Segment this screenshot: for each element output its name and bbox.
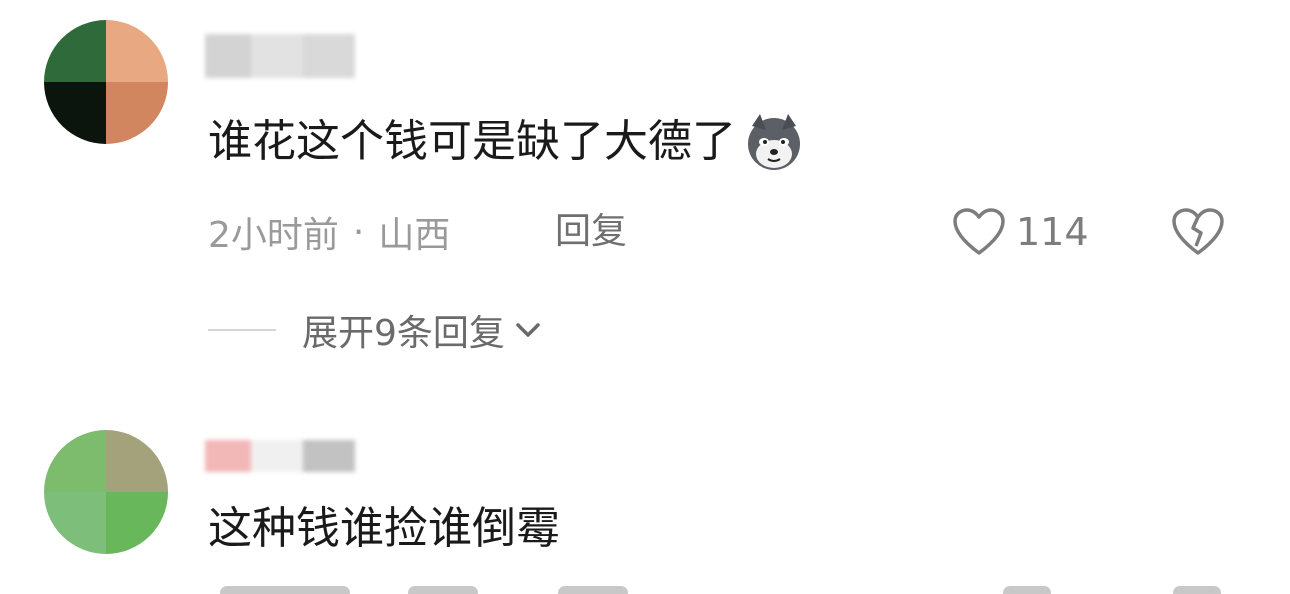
comment-body: 这种钱谁捡谁倒霉 (208, 503, 560, 554)
comment-list: 谁花这个钱可是缺了大德了 2小时前 · 山西 回复 114 展开9条回复 这种钱… (0, 0, 1290, 594)
husky-emoji-icon (748, 114, 800, 170)
comment-item: 这种钱谁捡谁倒霉 (0, 420, 1290, 594)
comment-text: 谁花这个钱可是缺了大德了 (208, 110, 806, 174)
meta-separator: · (352, 211, 365, 253)
expand-replies[interactable]: 展开9条回复 (208, 305, 541, 355)
comment-item: 谁花这个钱可是缺了大德了 2小时前 · 山西 回复 114 展开9条回复 (0, 0, 1290, 400)
avatar[interactable] (44, 430, 168, 554)
reply-button[interactable]: 回复 (555, 208, 627, 256)
expand-divider (208, 329, 276, 331)
comment-body: 谁花这个钱可是缺了大德了 (208, 116, 736, 167)
expand-replies-label: 展开9条回复 (302, 313, 505, 354)
broken-heart-icon[interactable] (1170, 206, 1226, 258)
username-blurred[interactable] (205, 34, 355, 78)
comment-text: 这种钱谁捡谁倒霉 (208, 502, 560, 556)
comment-time: 2小时前 (208, 215, 339, 256)
comment-meta: 2小时前 · 山西 (208, 208, 451, 257)
avatar[interactable] (44, 20, 168, 144)
like-count: 114 (1016, 210, 1089, 254)
username-blurred[interactable] (205, 440, 355, 472)
comment-location: 山西 (378, 215, 451, 256)
heart-icon (953, 208, 1005, 255)
next-meta-row-cutoff (208, 584, 1268, 594)
chevron-down-icon (516, 323, 540, 337)
like-button[interactable]: 114 (952, 204, 1089, 260)
